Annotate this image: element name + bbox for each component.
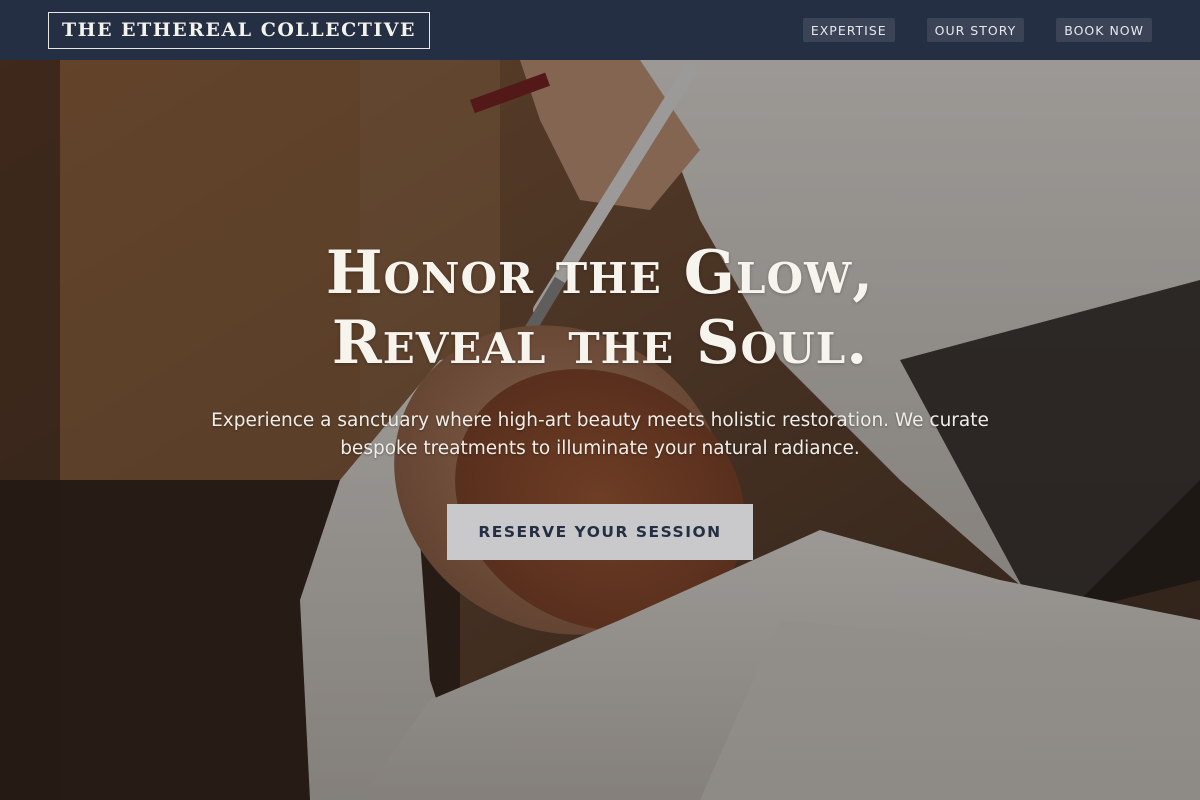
logo[interactable]: THE ETHEREAL COLLECTIVE [48,11,430,49]
hero-content: Honor the Glow, Reveal the Soul. Experie… [0,60,1200,800]
hero-headline-line-2: Reveal the Soul. [331,308,869,378]
main-nav: EXPERTISE OUR STORY BOOK NOW [802,18,1152,42]
nav-link-expertise[interactable]: EXPERTISE [802,18,895,42]
hero-headline: Honor the Glow, Reveal the Soul. [0,238,1200,378]
nav-link-book-now[interactable]: BOOK NOW [1056,18,1152,42]
reserve-session-button[interactable]: RESERVE YOUR SESSION [447,504,753,560]
nav-link-our-story[interactable]: OUR STORY [926,18,1025,42]
hero-subtext: Experience a sanctuary where high-art be… [211,410,989,459]
hero-section: Honor the Glow, Reveal the Soul. Experie… [0,60,1200,800]
site-header: THE ETHEREAL COLLECTIVE EXPERTISE OUR ST… [0,0,1200,60]
hero-headline-line-1: Honor the Glow, [325,238,875,308]
